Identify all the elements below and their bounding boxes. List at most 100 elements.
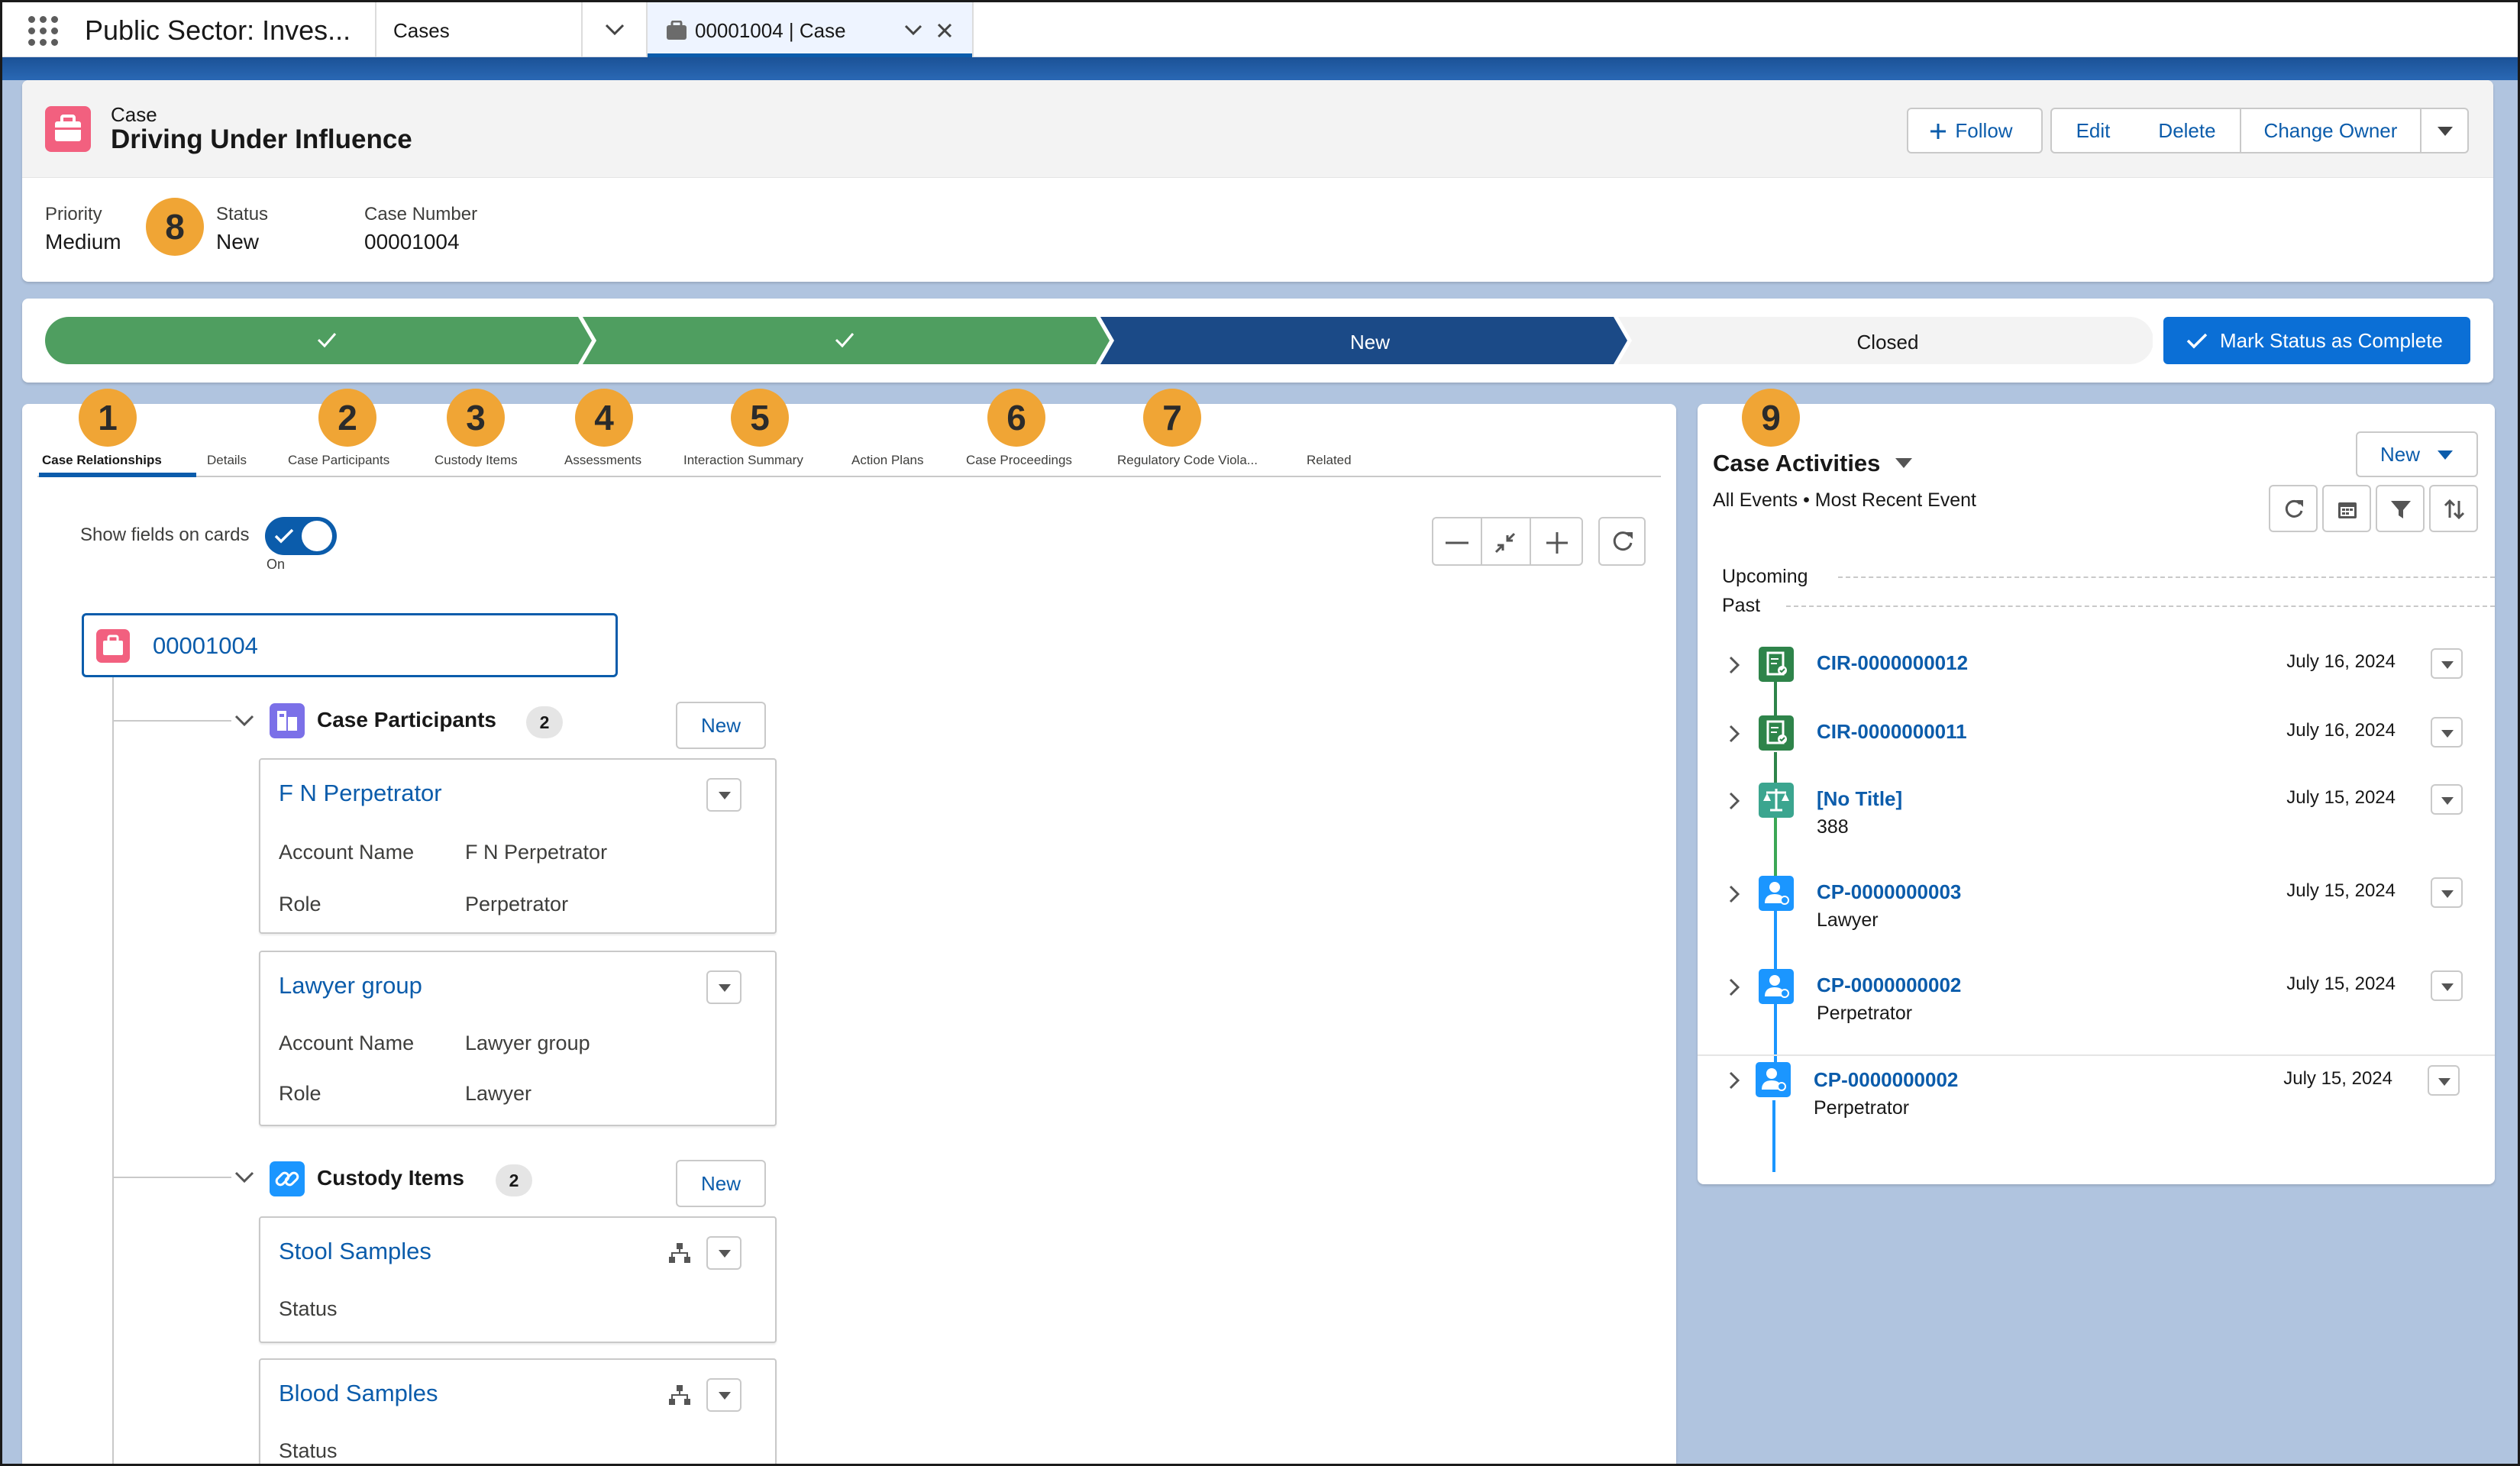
tab-related[interactable]: Related (1307, 453, 1352, 468)
card-menu-button[interactable] (706, 1236, 741, 1270)
chevron-down-icon[interactable] (234, 714, 254, 728)
callout-badge-4: 4 (575, 389, 633, 447)
participant-card[interactable]: Lawyer group Account Name Lawyer group R… (259, 951, 777, 1126)
activity-link[interactable]: CP-0000000002 (1817, 974, 1961, 997)
custody-item-card[interactable]: Stool Samples Status (259, 1216, 777, 1343)
activity-subtitle: Perpetrator (1814, 1097, 1910, 1119)
field-label: Account Name (279, 1032, 415, 1054)
calendar-icon (2338, 502, 2357, 518)
custody-item-link[interactable]: Stool Samples (279, 1238, 431, 1265)
participant-name-link[interactable]: F N Perpetrator (279, 780, 442, 807)
field-value: Lawyer group (465, 1032, 590, 1054)
app-launcher-icon[interactable] (28, 16, 59, 47)
chevron-down-icon[interactable] (604, 22, 625, 37)
tab-case-proceedings[interactable]: Case Proceedings (966, 453, 1072, 468)
close-icon[interactable] (936, 22, 953, 39)
field-value: Perpetrator (465, 893, 569, 915)
field-value: F N Perpetrator (465, 841, 608, 864)
activity-link[interactable]: CP-0000000002 (1814, 1068, 1958, 1092)
past-label: Past (1722, 595, 1761, 616)
collapse-icon[interactable] (1493, 531, 1517, 555)
mark-status-complete-button[interactable]: Mark Status as Complete (2163, 317, 2470, 364)
refresh-button[interactable] (1598, 517, 1646, 566)
activity-item[interactable]: CP-0000000002 Perpetrator July 15, 2024 (1698, 1054, 2495, 1169)
card-menu-button[interactable] (706, 1378, 741, 1412)
custody-item-link[interactable]: Blood Samples (279, 1380, 438, 1407)
tab-details[interactable]: Details (207, 453, 247, 468)
field-label: Role (279, 1082, 321, 1105)
card-menu-button[interactable] (706, 970, 741, 1004)
path-stage-label-closed[interactable]: Closed (1632, 331, 2144, 354)
tab-cases[interactable]: Cases (393, 19, 450, 43)
console-tab-bar: Public Sector: Inves... Cases 00001004 |… (2, 2, 2518, 57)
new-activity-button[interactable]: New (2356, 431, 2478, 477)
callout-badge-5: 5 (731, 389, 789, 447)
activity-menu-button[interactable] (2431, 784, 2463, 815)
caret-down-icon (2438, 1078, 2451, 1086)
participant-card[interactable]: F N Perpetrator Account Name F N Perpetr… (259, 758, 777, 934)
caret-down-icon (2441, 797, 2454, 805)
follow-button[interactable]: Follow (1907, 108, 2043, 153)
chevron-right-icon[interactable] (1728, 978, 1740, 996)
chevron-down-icon[interactable] (234, 1171, 254, 1184)
card-menu-button[interactable] (706, 778, 741, 812)
tab-regulatory-code-violations[interactable]: Regulatory Code Viola... (1117, 453, 1258, 468)
path-stage-label-new[interactable]: New (1114, 331, 1626, 354)
tab-custody-items[interactable]: Custody Items (435, 453, 518, 468)
root-case-node[interactable]: 00001004 (82, 613, 618, 677)
caret-down-icon (2441, 983, 2454, 991)
hierarchy-icon[interactable] (668, 1242, 691, 1264)
participant-name-link[interactable]: Lawyer group (279, 972, 422, 999)
show-fields-toggle[interactable] (265, 517, 337, 555)
activity-menu-button[interactable] (2431, 970, 2463, 1001)
delete-button[interactable]: Delete (2134, 108, 2241, 153)
refresh-activities-button[interactable] (2269, 485, 2318, 532)
chevron-right-icon[interactable] (1728, 792, 1740, 810)
edit-button[interactable]: Edit (2050, 108, 2136, 153)
tab-assessments[interactable]: Assessments (564, 453, 641, 468)
custody-item-card[interactable]: Blood Samples Status (259, 1358, 777, 1464)
minus-icon[interactable] (1446, 541, 1468, 544)
activity-menu-button[interactable] (2428, 1065, 2460, 1096)
activity-link[interactable]: CIR-0000000011 (1817, 720, 1967, 744)
field-value-case-number: 00001004 (364, 230, 460, 253)
tab-interaction-summary[interactable]: Interaction Summary (683, 453, 803, 468)
chevron-right-icon[interactable] (1728, 885, 1740, 903)
tab-case-participants[interactable]: Case Participants (288, 453, 389, 468)
case-relationships-card: Case Relationships Details Case Particip… (22, 404, 1676, 1464)
tab-label: 00001004 | Case (695, 19, 846, 42)
field-label: Role (279, 893, 321, 915)
activity-link[interactable]: CIR-0000000012 (1817, 651, 1968, 675)
field-label-priority: Priority (45, 204, 102, 224)
document-check-icon (1759, 647, 1794, 682)
tab-case-00001004[interactable]: 00001004 | Case (648, 2, 972, 57)
activity-menu-button[interactable] (2431, 648, 2463, 679)
sort-button[interactable] (2429, 485, 2478, 532)
chevron-right-icon[interactable] (1728, 1071, 1740, 1090)
tab-action-plans[interactable]: Action Plans (851, 453, 924, 468)
change-owner-button[interactable]: Change Owner (2240, 108, 2421, 153)
activity-menu-button[interactable] (2431, 877, 2463, 908)
date-range-button[interactable] (2322, 485, 2371, 532)
plus-icon[interactable] (1545, 531, 1569, 555)
callout-badge-9: 9 (1742, 389, 1800, 447)
new-case-participant-button[interactable]: New (676, 702, 766, 749)
case-participants-icon (270, 703, 305, 738)
more-actions-button[interactable] (2420, 108, 2469, 153)
activity-link[interactable]: CP-0000000003 (1817, 880, 1961, 904)
chevron-right-icon[interactable] (1728, 656, 1740, 674)
filter-button[interactable] (2376, 485, 2425, 532)
upcoming-label: Upcoming (1722, 566, 1808, 587)
record-header-top: Case Driving Under Influence Follow Edit… (22, 80, 2493, 178)
hierarchy-icon[interactable] (668, 1384, 691, 1406)
new-activity-label: New (2380, 443, 2421, 466)
new-custody-item-button[interactable]: New (676, 1160, 766, 1207)
show-fields-label: Show fields on cards (80, 525, 250, 545)
activity-link[interactable]: [No Title] (1817, 787, 1902, 811)
activity-menu-button[interactable] (2431, 717, 2463, 748)
caret-down-icon[interactable] (1895, 457, 1913, 470)
tab-case-relationships[interactable]: Case Relationships (42, 453, 162, 468)
count-badge: 2 (526, 706, 563, 738)
chevron-down-icon[interactable] (904, 24, 922, 37)
chevron-right-icon[interactable] (1728, 725, 1740, 743)
